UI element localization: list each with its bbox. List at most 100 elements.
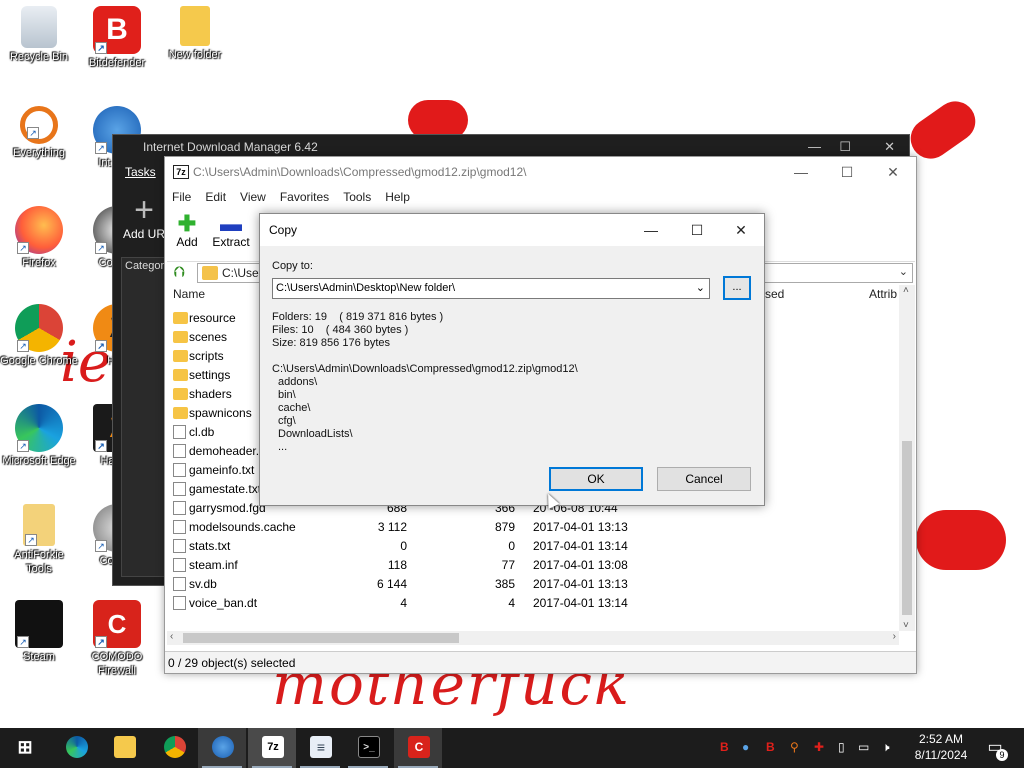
column-header-name[interactable]: Name [173, 287, 205, 301]
desktop-icon-recycle-bin[interactable]: Recycle Bin [0, 6, 78, 64]
scroll-right-icon[interactable]: › [893, 631, 896, 642]
file-size: 3 112 [377, 520, 407, 534]
terminal-icon: >_ [358, 736, 380, 758]
taskbar-7zip[interactable]: 7z [248, 728, 296, 768]
taskbar-terminal[interactable]: >_ [344, 728, 392, 768]
file-icon [173, 501, 186, 515]
taskbar-file-explorer[interactable] [100, 728, 148, 768]
minimize-icon[interactable]: — [628, 218, 674, 242]
taskbar-comodo[interactable]: C [394, 728, 442, 768]
file-modified: 2017-04-01 13:13 [533, 520, 628, 534]
scrollbar-thumb[interactable] [183, 633, 459, 643]
idm-tray-icon[interactable]: ● [742, 739, 749, 755]
close-icon[interactable]: ✕ [870, 161, 916, 183]
ok-button[interactable]: OK [549, 467, 643, 491]
menu-view[interactable]: View [233, 187, 273, 207]
desktop-icon-edge[interactable]: ↗ Microsoft Edge [0, 404, 78, 468]
folder-zip-icon: ↗ [23, 504, 55, 546]
idm-categories-panel[interactable]: Categor [121, 257, 167, 577]
table-row[interactable]: modelsounds.cache 3 112 879 2017-04-01 13:1… [171, 518, 901, 537]
taskbar-notepad[interactable]: ≡ [296, 728, 344, 768]
file-icon [173, 596, 186, 610]
start-button[interactable]: ⊞ [0, 728, 48, 768]
copy-dialog[interactable]: Copy — ☐ ✕ Copy to: C:\Users\Admin\Deskt… [259, 213, 765, 506]
file-size: 6 144 [376, 577, 407, 591]
file-modified: 2017-04-01 13:08 [533, 558, 628, 572]
scroll-left-icon[interactable]: ‹ [170, 631, 173, 642]
bitdefender-tray-icon[interactable]: B [720, 739, 729, 755]
menu-file[interactable]: File [165, 187, 198, 207]
minimize-icon[interactable]: — [778, 161, 824, 183]
table-row[interactable]: steam.inf 118 77 2017-04-01 13:08 [171, 556, 901, 575]
scroll-up-icon[interactable]: ˄ [903, 285, 909, 296]
add-button[interactable]: ✚ Add [165, 209, 209, 259]
idm-menu-tasks[interactable]: Tasks [125, 165, 156, 179]
everything-tray-icon[interactable]: ⚲ [790, 739, 799, 755]
file-icon [173, 482, 186, 496]
chrome-icon [164, 736, 186, 758]
idm-add-url-button[interactable]: + Add UR [123, 193, 165, 241]
file-packed-size: 879 [494, 520, 515, 534]
size-info: Size: 819 856 176 bytes [272, 337, 391, 349]
chevron-down-icon[interactable]: ⌄ [696, 281, 705, 294]
table-row[interactable]: sv.db 6 144 385 2017-04-01 13:13 [171, 575, 901, 594]
desktop-icon-bitdefender[interactable]: B ↗ Bitdefender [78, 6, 156, 70]
desktop-icon-antiforkie-tools[interactable]: ↗ AntiForkie Tools [0, 504, 78, 576]
taskbar-idm[interactable] [198, 728, 246, 768]
file-icon [173, 425, 186, 439]
system-clock[interactable]: 2:52 AM 8/11/2024 [906, 731, 976, 763]
taskbar-chrome[interactable] [150, 728, 198, 768]
menu-edit[interactable]: Edit [198, 187, 233, 207]
table-row[interactable]: stats.txt 0 0 2017-04-01 13:14 [171, 537, 901, 556]
firefox-icon: ↗ [15, 206, 63, 254]
7zip-title-bar[interactable]: 7z C:\Users\Admin\Downloads\Compressed\g… [165, 157, 916, 187]
comodo-tray-icon[interactable]: ✚ [814, 739, 824, 755]
desktop-icon-new-folder[interactable]: New folder [156, 6, 234, 62]
clock-time: 2:52 AM [918, 732, 964, 746]
everything-search-icon: ↗ [20, 106, 58, 144]
menu-favorites[interactable]: Favorites [273, 187, 336, 207]
cancel-button[interactable]: Cancel [657, 467, 751, 491]
minus-icon: ▬ [220, 211, 242, 236]
copy-to-label: Copy to: [272, 260, 313, 272]
usb-tray-icon[interactable]: ▯ [838, 739, 845, 755]
desktop-icon-comodo-firewall[interactable]: C ↗ COMODO Firewall [78, 600, 156, 678]
scrollbar-thumb[interactable] [902, 441, 912, 615]
maximize-icon[interactable]: ☐ [674, 218, 720, 242]
horizontal-scrollbar[interactable]: ‹ › [167, 631, 899, 645]
scroll-down-icon[interactable]: ˅ [903, 620, 909, 631]
source-item: cache\ [278, 402, 311, 414]
extract-button[interactable]: ▬ Extract [209, 209, 253, 259]
maximize-icon[interactable]: ☐ [824, 161, 870, 183]
menu-tools[interactable]: Tools [336, 187, 378, 207]
menu-help[interactable]: Help [378, 187, 417, 207]
up-folder-icon[interactable]: ⮉ [169, 264, 189, 282]
desktop-icon-chrome[interactable]: ↗ Google Chrome [0, 304, 78, 368]
close-icon[interactable]: ✕ [718, 218, 764, 242]
notification-center-icon[interactable]: ▭ 9 [984, 737, 1008, 761]
desktop-icon-steam[interactable]: ↗ Steam [0, 600, 78, 664]
chevron-down-icon[interactable]: ⌄ [899, 265, 908, 278]
copy-dialog-title-bar[interactable]: Copy — ☐ ✕ [260, 214, 764, 246]
file-modified: 2017-04-01 13:14 [533, 539, 628, 553]
bitdefender-tray-icon-2[interactable]: B [766, 739, 775, 755]
folder-icon [202, 266, 218, 280]
column-header-packed[interactable]: sed [765, 287, 784, 301]
destination-combobox[interactable]: C:\Users\Admin\Desktop\New folder\ ⌄ [272, 278, 710, 299]
desktop-icon-firefox[interactable]: ↗ Firefox [0, 206, 78, 270]
edge-icon [66, 736, 88, 758]
file-icon [173, 463, 186, 477]
source-item: cfg\ [278, 415, 296, 427]
file-name: gamestate.txt [189, 482, 262, 496]
volume-tray-icon[interactable]: 🕨 [882, 739, 890, 755]
edge-icon: ↗ [15, 404, 63, 452]
plus-icon: + [134, 191, 154, 229]
network-tray-icon[interactable]: ▭ [858, 739, 869, 755]
desktop-icon-everything[interactable]: ↗ Everything [0, 106, 78, 160]
vertical-scrollbar[interactable]: ˄ ˅ [899, 285, 915, 631]
column-header-attrib[interactable]: Attrib [869, 287, 897, 301]
file-size: 4 [400, 596, 407, 610]
table-row[interactable]: voice_ban.dt 4 4 2017-04-01 13:14 [171, 594, 901, 613]
taskbar-edge[interactable] [52, 728, 100, 768]
browse-button[interactable]: ... [723, 276, 751, 300]
